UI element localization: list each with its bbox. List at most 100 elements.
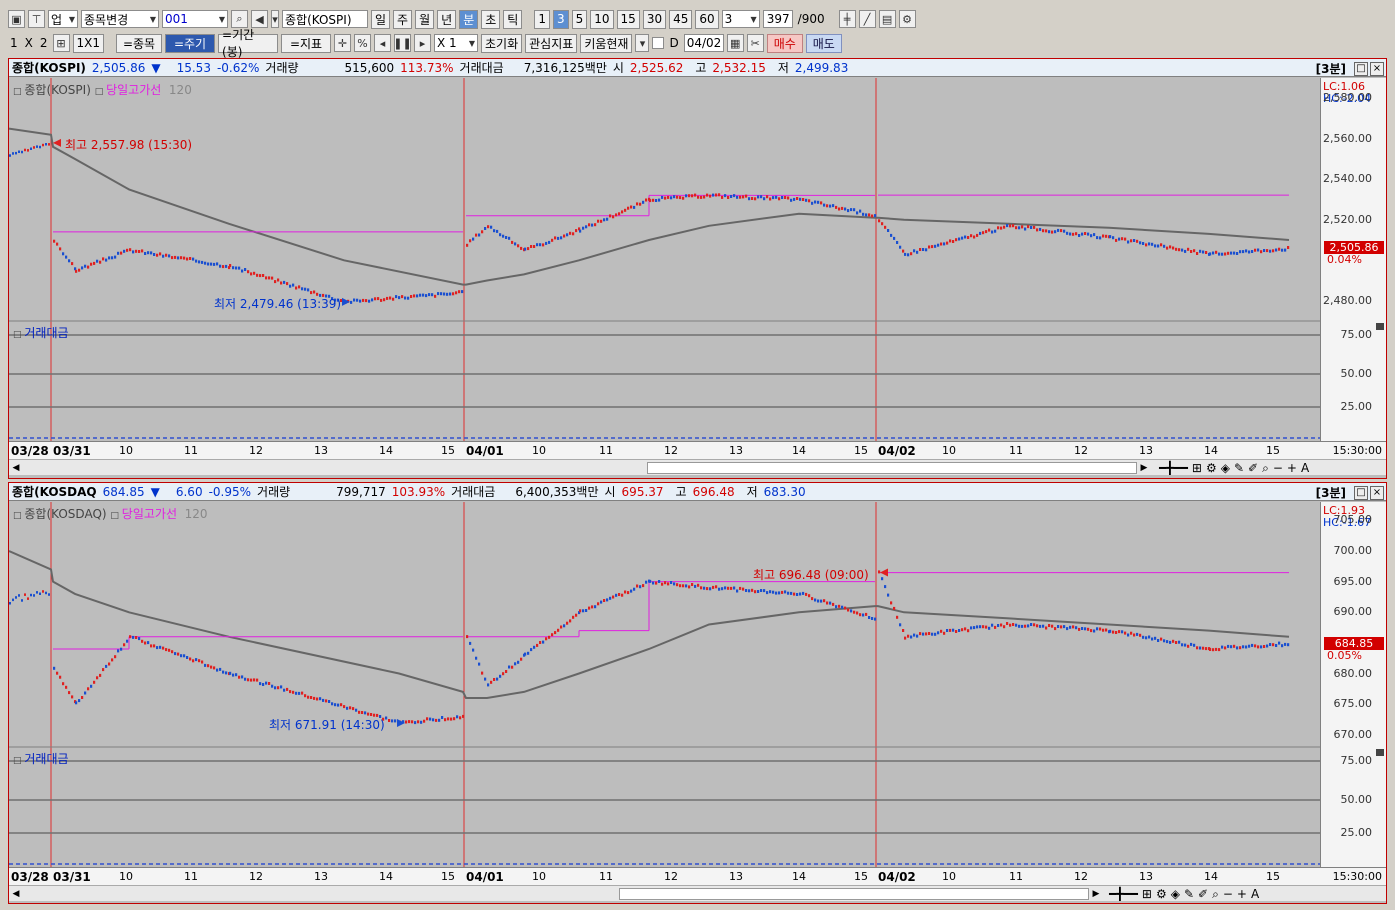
scroll-right-arrow-icon[interactable]: ▶ (1137, 461, 1151, 475)
zoom-in-icon[interactable]: + (1287, 461, 1297, 475)
code-input[interactable]: 001 (162, 10, 228, 28)
zoom-select[interactable]: X 1 (434, 34, 479, 52)
period-day-button[interactable]: 일 (371, 9, 391, 29)
legend-day-high[interactable]: 당일고가선 (122, 507, 177, 521)
layout-1-button[interactable]: 1 (8, 36, 20, 50)
draw-icon[interactable]: ✎ (1234, 461, 1244, 475)
maximize-icon[interactable]: □ (1354, 485, 1368, 500)
zoom-out-icon[interactable]: − (1273, 461, 1283, 475)
font-size-icon[interactable]: A (1251, 887, 1259, 901)
interval-15-button[interactable]: 15 (616, 9, 640, 29)
legend-box-icon[interactable]: □ (95, 87, 106, 97)
period-minute-button[interactable]: 분 (459, 9, 479, 29)
crosshair-icon[interactable]: ✛ (334, 34, 352, 52)
zoom-out-icon[interactable]: − (1223, 887, 1233, 901)
horizontal-scrollbar[interactable]: ◀ ▶ ━╋━━ ⊞ ⚙ ◈ ✎ ✐ ⌕ − + A (9, 885, 1386, 901)
date-checkbox[interactable] (652, 37, 665, 49)
price-scale[interactable]: LC:1.06 HC:-2.04 2,580.00 2,560.00 2,540.00 2… (1320, 78, 1386, 441)
period-month-button[interactable]: 월 (415, 9, 435, 29)
kiwoom-dropdown-icon[interactable]: ▾ (635, 34, 650, 52)
period-button[interactable]: =주기 (165, 33, 216, 53)
settings-icon[interactable]: ⚙ (1156, 887, 1167, 901)
interval-5-button[interactable]: 5 (571, 9, 588, 29)
buy-button[interactable]: 매수 (766, 33, 803, 53)
zoom-slider-icon[interactable]: ━╋━━ (1109, 887, 1138, 901)
settings-icon[interactable]: ⚙ (1206, 461, 1217, 475)
symbol-button[interactable]: =종목 (116, 33, 163, 53)
sell-button[interactable]: 매도 (805, 33, 842, 53)
indicator-button[interactable]: =지표 (281, 33, 332, 53)
reset-button[interactable]: 초기화 (481, 33, 523, 53)
bar-count-input[interactable]: 397 (762, 10, 793, 28)
paint-icon[interactable]: ◈ (1221, 461, 1230, 475)
period-year-button[interactable]: 년 (437, 9, 457, 29)
calendar-icon[interactable]: ▦ (726, 34, 744, 52)
legend-box-icon[interactable]: □ (110, 511, 121, 521)
draw-icon[interactable]: ✎ (1184, 887, 1194, 901)
close-icon[interactable]: × (1370, 61, 1384, 76)
magnifier-icon[interactable]: ⌕ (1262, 461, 1269, 476)
save-icon[interactable]: ▤ (878, 10, 896, 28)
legend-ma-period[interactable]: 120 (185, 507, 208, 521)
paint-icon[interactable]: ◈ (1171, 887, 1180, 901)
period-second-button[interactable]: 초 (481, 9, 501, 29)
window-icon[interactable]: ▣ (8, 10, 25, 28)
zoom-slider-icon[interactable]: ━╋━━ (1159, 461, 1188, 475)
grid-icon[interactable]: ⊞ (52, 34, 70, 52)
settings-icon[interactable]: ⚙ (898, 10, 916, 28)
scroll-left-arrow-icon[interactable]: ◀ (9, 887, 23, 901)
interval-60-button[interactable]: 60 (695, 9, 719, 29)
watch-indicator-button[interactable]: 관심지표 (525, 33, 578, 53)
legend-series[interactable]: 종합(KOSDAQ) (24, 507, 106, 521)
subchart-title[interactable]: 거래대금 (24, 752, 68, 766)
market-select[interactable]: 업 (48, 10, 78, 28)
interval-select[interactable]: 3 (721, 10, 760, 28)
legend-ma-period[interactable]: 120 (169, 83, 192, 97)
legend-box-icon[interactable]: □ (13, 511, 24, 521)
change-symbol-select[interactable]: 종목변경 (81, 10, 159, 28)
interval-10-button[interactable]: 10 (590, 9, 614, 29)
price-chart[interactable] (8, 78, 1386, 441)
brush-icon[interactable]: ✐ (1248, 461, 1258, 475)
font-size-icon[interactable]: A (1301, 461, 1309, 475)
legend-box-icon[interactable]: □ (13, 756, 24, 766)
date-input[interactable]: 04/02 (683, 34, 724, 52)
pause-icon[interactable]: ❚❚ (393, 34, 412, 52)
maximize-icon[interactable]: □ (1354, 61, 1368, 76)
legend-box-icon[interactable]: □ (13, 330, 24, 340)
scroll-left-icon[interactable]: ◂ (374, 34, 392, 52)
time-axis[interactable]: 03/28 03/31 10 11 12 13 14 15 04/01 10 11 12 13 14 15 0… (9, 441, 1386, 459)
interval-45-button[interactable]: 45 (669, 9, 693, 29)
interval-3-button[interactable]: 3 (552, 9, 569, 29)
subpanel-close-icon[interactable] (1376, 749, 1384, 756)
time-axis[interactable]: 03/28 03/31 10 11 12 13 14 15 04/01 10 11 12 13 14 15 0… (9, 867, 1386, 885)
magnifier-icon[interactable]: ⌕ (1212, 887, 1219, 902)
subpanel-close-icon[interactable] (1376, 323, 1384, 330)
brush-icon[interactable]: ✐ (1198, 887, 1208, 901)
scroll-left-arrow-icon[interactable]: ◀ (9, 461, 23, 475)
interval-1-button[interactable]: 1 (534, 9, 550, 29)
legend-box-icon[interactable]: □ (13, 87, 24, 97)
scroll-right-icon[interactable]: ▸ (414, 34, 432, 52)
scroll-thumb[interactable] (647, 462, 1137, 474)
subchart-title[interactable]: 거래대금 (24, 326, 68, 340)
kiwoom-current-button[interactable]: 키움현재 (580, 33, 633, 53)
grid-icon[interactable]: ⊞ (1142, 887, 1152, 901)
layout-2-button[interactable]: 2 (38, 36, 50, 50)
scroll-thumb[interactable] (619, 888, 1089, 900)
close-icon[interactable]: × (1370, 485, 1384, 500)
scroll-right-arrow-icon[interactable]: ▶ (1089, 887, 1103, 901)
zoom-in-icon[interactable]: + (1237, 887, 1247, 901)
period-week-button[interactable]: 주 (393, 9, 413, 29)
pin-icon[interactable]: ⊤ (28, 10, 45, 28)
layout-1x1-button[interactable]: 1X1 (72, 33, 105, 53)
price-scale[interactable]: LC:1.93 HC:-1.67 705.00 700.00 695.00 690.00 6… (1320, 502, 1386, 867)
horizontal-scrollbar[interactable]: ◀ ▶ ━╋━━ ⊞ ⚙ ◈ ✎ ✐ ⌕ − + A (9, 459, 1386, 475)
legend-day-high[interactable]: 당일고가선 (106, 83, 161, 97)
interval-30-button[interactable]: 30 (642, 9, 667, 29)
price-chart[interactable] (8, 502, 1386, 867)
trendline-icon[interactable]: ╱ (858, 10, 876, 28)
grid-icon[interactable]: ⊞ (1192, 461, 1202, 475)
scissors-icon[interactable]: ✂ (746, 34, 764, 52)
legend-series[interactable]: 종합(KOSPI) (24, 83, 91, 97)
